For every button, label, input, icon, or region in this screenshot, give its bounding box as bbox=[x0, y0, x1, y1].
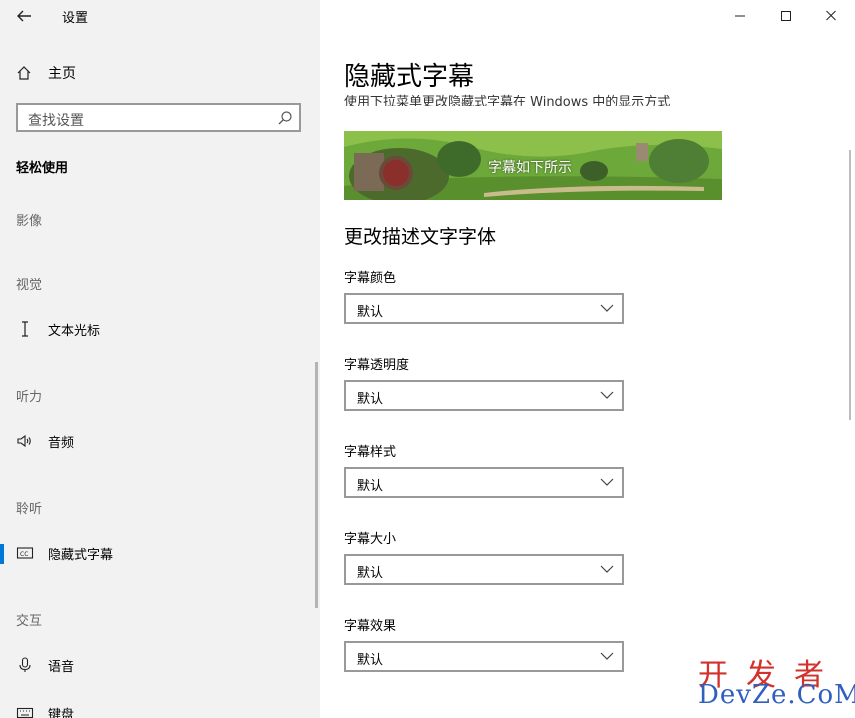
section-heading: 更改描述文字字体 bbox=[344, 226, 497, 248]
chevron-down-icon bbox=[600, 478, 614, 486]
chevron-down-icon bbox=[600, 391, 614, 399]
preview-caption-text: 字幕如下所示 bbox=[488, 160, 572, 176]
closed-captions-icon: CC bbox=[16, 547, 34, 559]
dropdown-value: 默认 bbox=[357, 566, 384, 581]
dropdown-value: 默认 bbox=[357, 479, 384, 494]
section-title: 轻松使用 bbox=[16, 161, 69, 176]
search-placeholder: 查找设置 bbox=[28, 113, 84, 129]
maximize-icon bbox=[781, 11, 791, 21]
group-label-vision: 视觉 bbox=[16, 278, 43, 293]
field-label-caption-style: 字幕样式 bbox=[344, 445, 397, 460]
field-label-caption-transparency: 字幕透明度 bbox=[344, 358, 410, 373]
main-scrollbar[interactable] bbox=[849, 150, 851, 420]
sidebar-item-label: 键盘 bbox=[48, 707, 75, 718]
group-label-listening: 聆听 bbox=[16, 502, 43, 517]
caption-size-dropdown[interactable]: 默认 bbox=[344, 554, 624, 585]
main-content: 隐藏式字幕 使用下拉菜单更改隐藏式字幕在 Windows 中的显示方式 字幕如下… bbox=[320, 0, 855, 718]
caption-effects-dropdown[interactable]: 默认 bbox=[344, 641, 624, 672]
window-title: 设置 bbox=[62, 11, 89, 26]
settings-search[interactable]: 查找设置 bbox=[16, 103, 301, 132]
minimize-button[interactable] bbox=[730, 7, 750, 25]
caption-style-dropdown[interactable]: 默认 bbox=[344, 467, 624, 498]
sidebar-item-audio[interactable]: 音频 bbox=[16, 431, 74, 451]
page-subtitle: 使用下拉菜单更改隐藏式字幕在 Windows 中的显示方式 bbox=[344, 84, 670, 106]
dropdown-value: 默认 bbox=[357, 653, 384, 668]
watermark: 开发者 DevZe.CoM bbox=[698, 650, 855, 714]
minimize-icon bbox=[735, 15, 745, 17]
sidebar-item-keyboard[interactable]: 键盘 bbox=[16, 703, 74, 718]
microphone-icon bbox=[19, 657, 31, 672]
dropdown-value: 默认 bbox=[357, 305, 384, 320]
sidebar-item-text-cursor[interactable]: 文本光标 bbox=[16, 319, 100, 339]
svg-text:CC: CC bbox=[20, 551, 28, 558]
dropdown-value: 默认 bbox=[357, 392, 384, 407]
keyboard-icon bbox=[16, 707, 34, 718]
field-label-caption-effects: 字幕效果 bbox=[344, 619, 397, 634]
nav-home-label: 主页 bbox=[48, 66, 76, 82]
field-label-caption-size: 字幕大小 bbox=[344, 532, 397, 547]
back-arrow-icon bbox=[17, 10, 31, 22]
sidebar-item-closed-captions[interactable]: CC 隐藏式字幕 bbox=[16, 543, 113, 563]
group-label-hearing: 听力 bbox=[16, 390, 43, 405]
sidebar-item-label: 隐藏式字幕 bbox=[48, 547, 114, 563]
back-button[interactable] bbox=[14, 6, 34, 26]
home-icon bbox=[17, 66, 31, 80]
sidebar-item-speech[interactable]: 语音 bbox=[16, 655, 74, 675]
nav-home[interactable]: 主页 bbox=[16, 63, 76, 83]
sidebar-item-label: 语音 bbox=[48, 659, 75, 675]
watermark-bottom: DevZe.CoM bbox=[698, 680, 855, 710]
selection-indicator bbox=[0, 544, 4, 564]
sidebar-item-label: 音频 bbox=[48, 435, 75, 451]
speaker-icon bbox=[17, 434, 31, 448]
text-cursor-icon bbox=[22, 321, 28, 337]
page-subtitle-text: 使用下拉菜单更改隐藏式字幕在 Windows 中的显示方式 bbox=[344, 95, 671, 106]
maximize-button[interactable] bbox=[776, 7, 796, 25]
group-label-vision-image: 影像 bbox=[16, 214, 43, 229]
caption-preview: 字幕如下所示 bbox=[344, 131, 722, 200]
caption-color-dropdown[interactable]: 默认 bbox=[344, 293, 624, 324]
sidebar: 设置 主页 查找设置 轻松使用 影像 视觉 文本光标 听力 音频 聆听 CC 隐… bbox=[0, 0, 320, 718]
chevron-down-icon bbox=[600, 565, 614, 573]
sidebar-scrollbar[interactable] bbox=[315, 362, 318, 608]
group-label-interaction: 交互 bbox=[16, 614, 43, 629]
close-icon bbox=[826, 10, 836, 21]
sidebar-item-label: 文本光标 bbox=[48, 323, 101, 339]
caption-transparency-dropdown[interactable]: 默认 bbox=[344, 380, 624, 411]
close-button[interactable] bbox=[821, 7, 841, 25]
chevron-down-icon bbox=[600, 652, 614, 660]
chevron-down-icon bbox=[600, 304, 614, 312]
field-label-caption-color: 字幕颜色 bbox=[344, 271, 397, 286]
search-icon[interactable] bbox=[277, 110, 293, 126]
